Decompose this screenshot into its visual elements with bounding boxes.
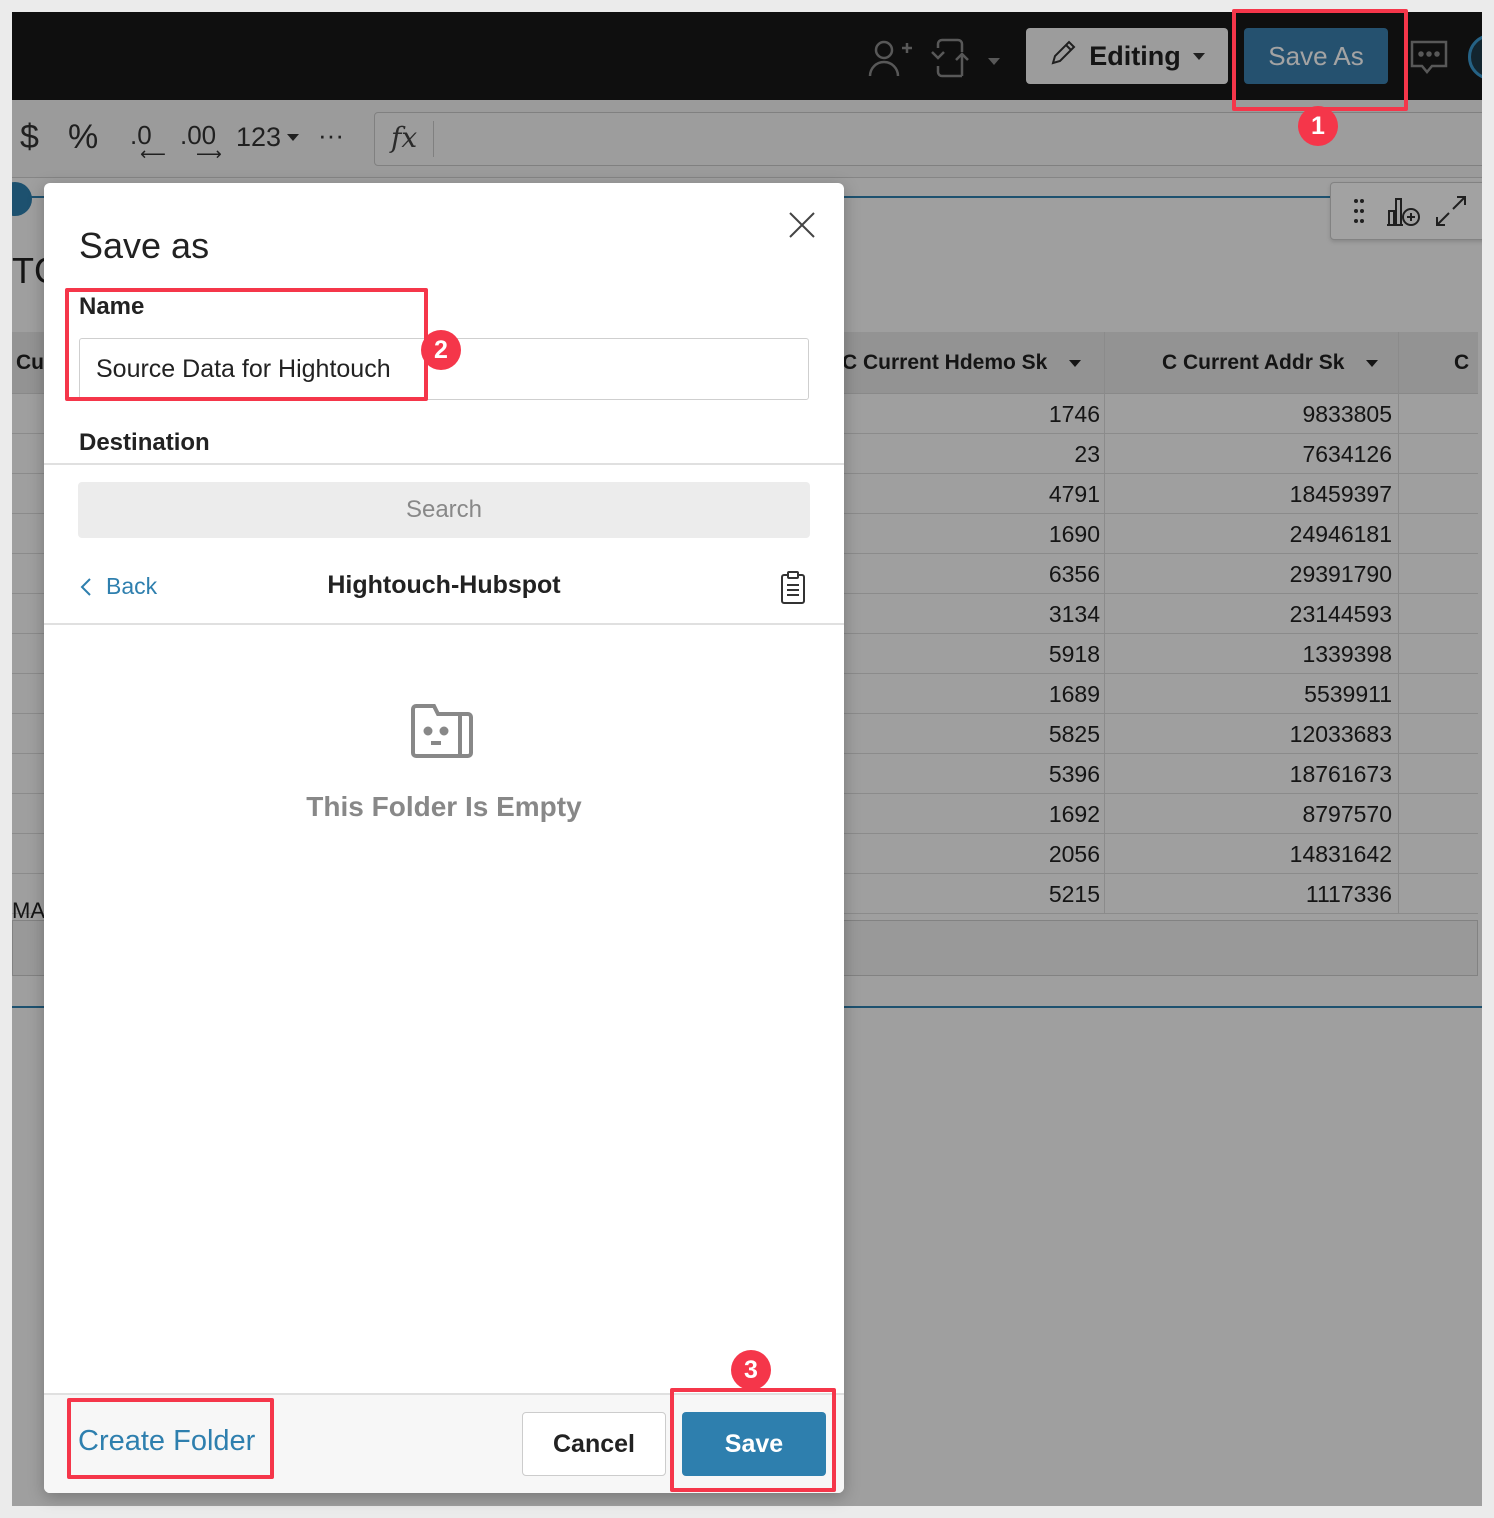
- cancel-button[interactable]: Cancel: [522, 1412, 666, 1476]
- current-folder-name: Hightouch-Hubspot: [327, 571, 561, 599]
- search-input[interactable]: [78, 482, 810, 538]
- back-label: Back: [106, 573, 158, 599]
- close-button[interactable]: [786, 209, 818, 241]
- clipboard-icon[interactable]: [780, 571, 806, 605]
- name-label: Name: [79, 293, 145, 320]
- divider: [44, 623, 844, 625]
- save-button[interactable]: Save: [682, 1412, 826, 1476]
- back-button[interactable]: Back: [80, 573, 157, 600]
- dialog-title: Save as: [79, 225, 210, 266]
- destination-label: Destination: [79, 429, 210, 456]
- divider: [44, 463, 844, 465]
- chevron-left-icon: [80, 577, 91, 596]
- empty-folder-icon: [410, 703, 474, 759]
- empty-folder-message: This Folder Is Empty: [306, 791, 582, 822]
- save-as-dialog: Save as Name Destination Back Hightouch-…: [44, 183, 844, 1493]
- close-icon: [789, 212, 815, 238]
- dialog-footer: Create Folder Cancel Save: [44, 1393, 844, 1493]
- create-folder-link[interactable]: Create Folder: [78, 1425, 255, 1458]
- name-input[interactable]: [79, 338, 809, 400]
